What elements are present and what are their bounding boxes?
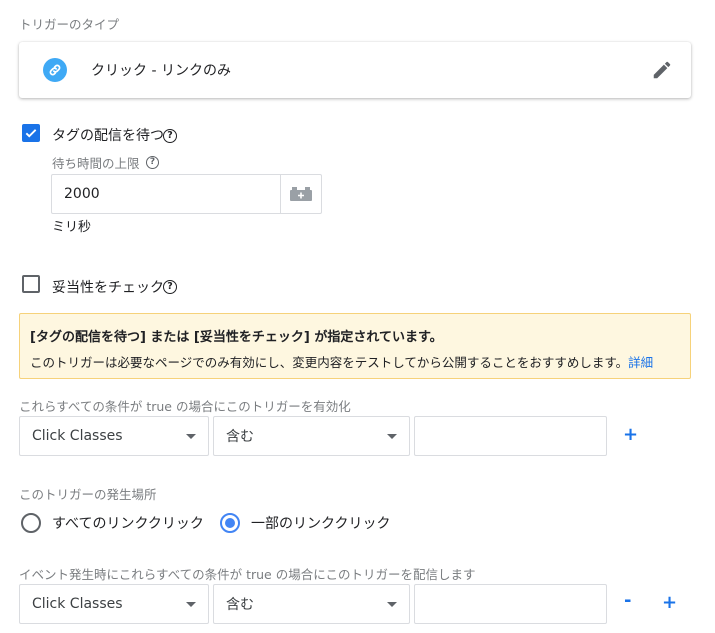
- enable-variable-value: Click Classes: [32, 428, 123, 444]
- check-validation-checkbox[interactable]: [22, 275, 40, 293]
- dropdown-caret-icon: [387, 601, 397, 607]
- all-link-clicks-label[interactable]: すべてのリンククリック: [52, 513, 204, 533]
- dropdown-caret-icon: [387, 433, 397, 439]
- edit-pencil-icon[interactable]: [651, 59, 673, 81]
- help-icon[interactable]: ?: [163, 280, 177, 294]
- all-link-clicks-radio[interactable]: [21, 513, 41, 533]
- add-condition-button[interactable]: +: [662, 594, 677, 612]
- enable-value-input[interactable]: [414, 416, 607, 456]
- check-validation-label[interactable]: 妥当性をチェック: [52, 277, 164, 297]
- dropdown-caret-icon: [186, 433, 196, 439]
- warning-title: [タグの配信を待つ] または [妥当性をチェック] が指定されています。: [30, 330, 443, 345]
- link-icon: [43, 58, 67, 82]
- warning-body-text: このトリガーは必要なページでのみ有効にし、変更内容をテストしてから公開することを…: [30, 355, 629, 370]
- warning-body: このトリガーは必要なページでのみ有効にし、変更内容をテストしてから公開することを…: [30, 352, 680, 371]
- max-wait-unit: ミリ秒: [52, 220, 92, 235]
- trigger-type-card[interactable]: クリック - リンクのみ: [19, 42, 691, 98]
- warning-banner: [タグの配信を待つ] または [妥当性をチェック] が指定されています。 このト…: [19, 313, 691, 379]
- help-icon[interactable]: ?: [163, 129, 177, 143]
- some-link-clicks-radio[interactable]: [220, 513, 240, 533]
- enable-operator-value: 含む: [226, 429, 254, 445]
- max-wait-input[interactable]: 2000: [51, 174, 281, 214]
- fire-conditions-label: イベント発生時にこれらすべての条件が true の場合にこのトリガーを配信します: [19, 567, 476, 582]
- variable-picker-button[interactable]: [280, 174, 322, 214]
- add-condition-button[interactable]: +: [623, 426, 638, 444]
- checkmark-icon: [25, 129, 37, 138]
- learn-more-link[interactable]: 詳細: [628, 355, 653, 370]
- wait-for-tags-label[interactable]: タグの配信を待つ: [52, 125, 164, 145]
- fire-operator-select[interactable]: 含む: [213, 584, 410, 624]
- enable-conditions-label: これらすべての条件が true の場合にこのトリガーを有効化: [19, 399, 351, 414]
- enable-operator-select[interactable]: 含む: [213, 416, 410, 456]
- enable-variable-select[interactable]: Click Classes: [19, 416, 209, 456]
- fire-variable-value: Click Classes: [32, 596, 123, 612]
- trigger-type-name: クリック - リンクのみ: [91, 63, 231, 79]
- help-icon[interactable]: ?: [146, 156, 159, 169]
- fire-variable-select[interactable]: Click Classes: [19, 584, 209, 624]
- max-wait-label: 待ち時間の上限: [52, 156, 140, 171]
- fire-value-input[interactable]: [414, 584, 607, 624]
- variable-brick-icon: [290, 187, 312, 201]
- trigger-type-label: トリガーのタイプ: [19, 17, 120, 32]
- fire-operator-value: 含む: [226, 597, 254, 613]
- remove-condition-button[interactable]: -: [624, 592, 631, 610]
- fires-on-label: このトリガーの発生場所: [19, 487, 157, 502]
- dropdown-caret-icon: [186, 601, 196, 607]
- some-link-clicks-label[interactable]: 一部のリンククリック: [251, 513, 390, 533]
- wait-for-tags-checkbox[interactable]: [22, 124, 40, 142]
